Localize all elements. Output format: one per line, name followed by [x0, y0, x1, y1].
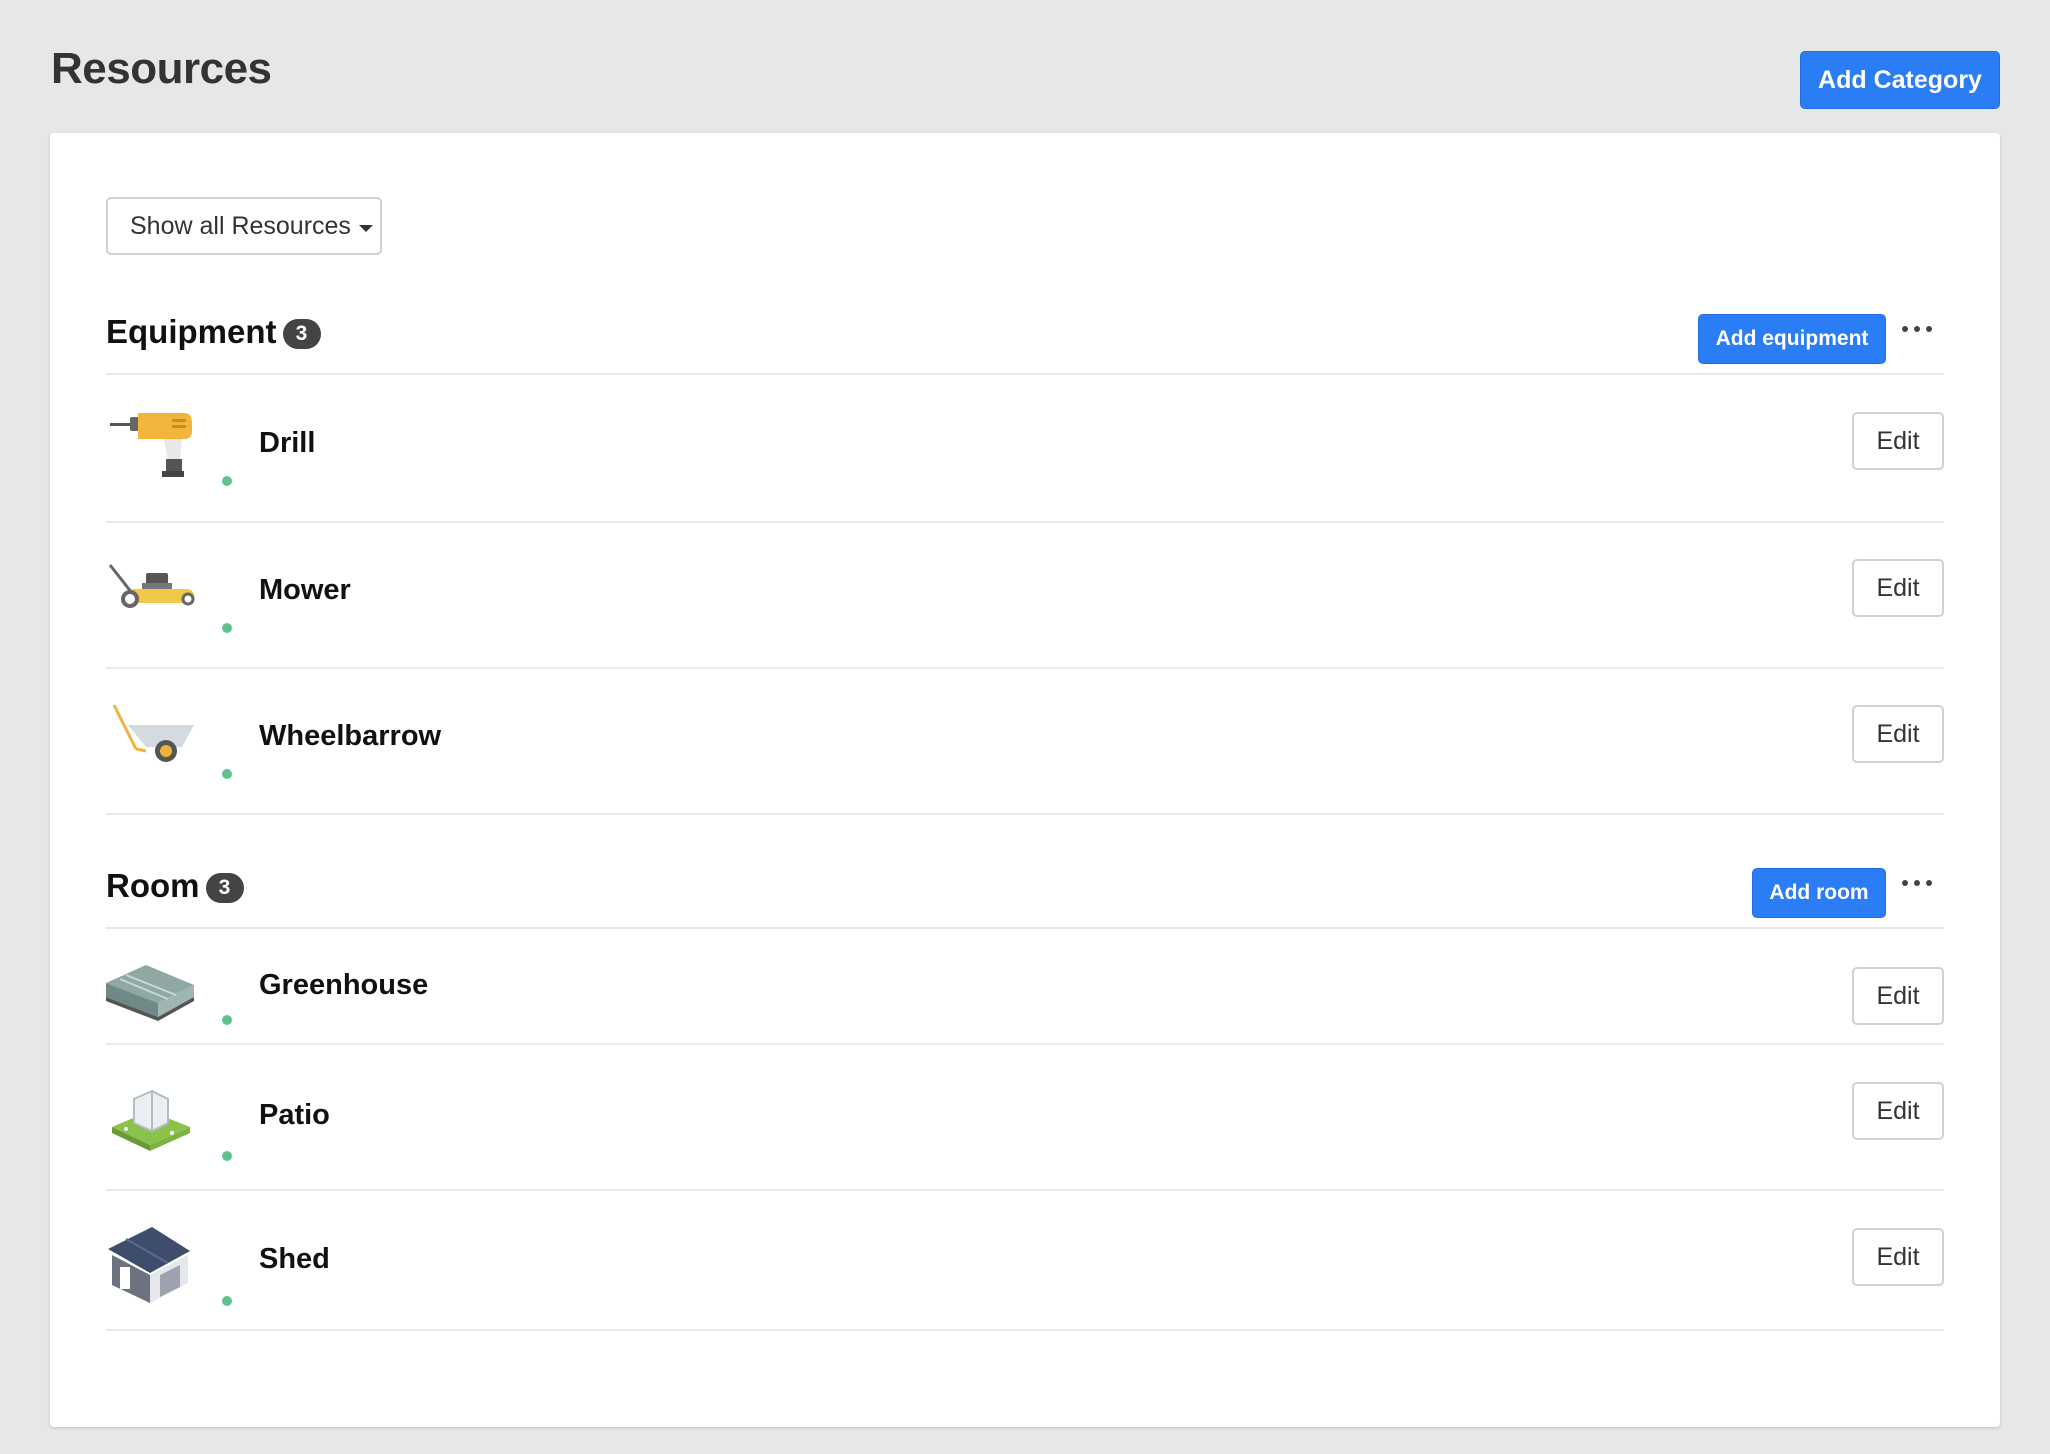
section-room: Room 3 Add room Greenhouse Edit Patio Ed…	[106, 857, 1944, 1331]
section-title: Equipment 3	[106, 313, 321, 351]
add-room-button[interactable]: Add room	[1752, 868, 1886, 918]
resource-row-shed: Shed Edit	[106, 1191, 1944, 1331]
wheelbarrow-icon	[112, 704, 194, 762]
resource-name: Drill	[259, 427, 316, 459]
edit-button[interactable]: Edit	[1852, 1082, 1944, 1140]
resource-row-wheelbarrow: Wheelbarrow Edit	[106, 669, 1944, 815]
resource-name: Mower	[259, 574, 351, 606]
resource-name: Shed	[259, 1243, 330, 1275]
greenhouse-icon	[106, 965, 194, 1021]
mower-icon	[108, 564, 195, 608]
patio-icon	[112, 1089, 190, 1151]
resource-row-mower: Mower Edit	[106, 523, 1944, 669]
status-dot	[222, 1015, 232, 1025]
drill-icon	[110, 413, 192, 477]
edit-button[interactable]: Edit	[1852, 412, 1944, 470]
add-category-button[interactable]: Add Category	[1800, 51, 2000, 109]
count-badge: 3	[282, 319, 321, 349]
resource-filter-label: Show all Resources	[130, 211, 351, 240]
section-header: Room 3 Add room	[106, 857, 1944, 929]
add-equipment-button[interactable]: Add equipment	[1698, 314, 1886, 364]
status-dot	[222, 623, 232, 633]
page-title: Resources	[51, 44, 272, 93]
edit-button[interactable]: Edit	[1852, 705, 1944, 763]
resource-row-greenhouse: Greenhouse Edit	[106, 929, 1944, 1045]
resource-name: Greenhouse	[259, 969, 429, 1001]
section-equipment: Equipment 3 Add equipment Drill Edit Mow…	[106, 303, 1944, 815]
edit-button[interactable]: Edit	[1852, 1228, 1944, 1286]
resource-name: Patio	[259, 1099, 330, 1131]
section-title: Room 3	[106, 867, 244, 905]
section-header: Equipment 3 Add equipment	[106, 303, 1944, 375]
resource-name: Wheelbarrow	[259, 720, 442, 752]
resource-row-patio: Patio Edit	[106, 1045, 1944, 1191]
status-dot	[222, 476, 232, 486]
resource-filter-dropdown[interactable]: Show all Resources	[106, 197, 382, 255]
status-dot	[222, 1151, 232, 1161]
resources-card: Show all Resources Equipment 3 Add equip…	[50, 133, 2000, 1427]
status-dot	[222, 769, 232, 779]
shed-icon	[108, 1227, 190, 1303]
edit-button[interactable]: Edit	[1852, 559, 1944, 617]
caret-down-icon	[358, 224, 373, 232]
more-options-icon[interactable]	[1902, 319, 1932, 339]
resource-row-drill: Drill Edit	[106, 375, 1944, 523]
section-title-text: Room	[106, 867, 200, 904]
edit-button[interactable]: Edit	[1852, 967, 1944, 1025]
more-options-icon[interactable]	[1902, 873, 1932, 893]
status-dot	[222, 1296, 232, 1306]
section-title-text: Equipment	[106, 313, 277, 350]
count-badge: 3	[205, 873, 244, 903]
